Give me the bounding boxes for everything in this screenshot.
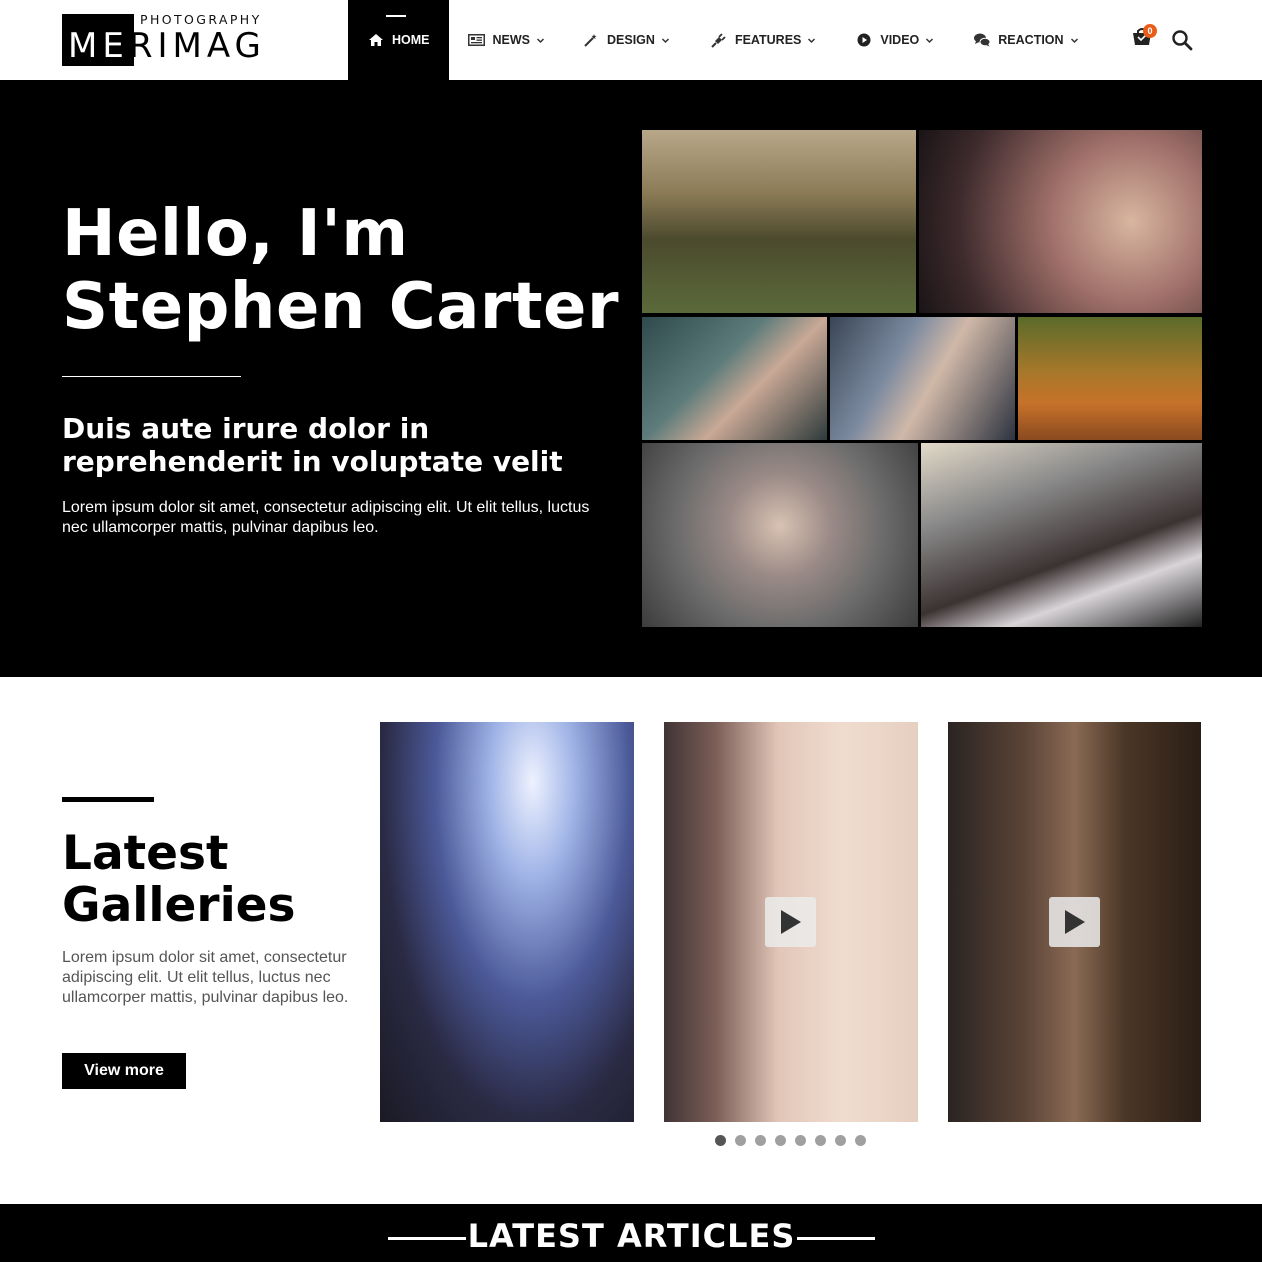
photo-couple-reading	[642, 130, 916, 313]
heading-line-left	[388, 1237, 466, 1240]
photo-man-with-cat	[830, 317, 1015, 440]
nav-label-news: NEWS	[492, 33, 531, 47]
cart-button[interactable]: 0	[1131, 24, 1157, 51]
photo-child-eye	[919, 130, 1202, 313]
carousel-dot[interactable]	[795, 1135, 806, 1146]
galleries-divider	[62, 797, 154, 802]
play-circle-icon	[855, 33, 873, 47]
hero-subtitle: Duis aute irure dolor in reprehenderit i…	[62, 412, 563, 478]
nav-label-design: DESIGN	[607, 33, 655, 47]
view-more-button[interactable]: View more	[62, 1053, 186, 1089]
logo-wordmark-part1: ME	[68, 26, 129, 66]
play-button[interactable]	[765, 897, 816, 947]
cart-count-badge: 0	[1143, 24, 1157, 38]
photo-autumn-walk	[1018, 317, 1202, 440]
galleries-title-line1: Latest	[62, 826, 229, 881]
carousel-dot[interactable]	[755, 1135, 766, 1146]
play-button[interactable]	[1049, 897, 1100, 947]
site-header: PHOTOGRAPHY MERIMAG HOME NEWS DESIGN FEA…	[0, 0, 1262, 80]
carousel-dot[interactable]	[775, 1135, 786, 1146]
hero-title-line2: Stephen Carter	[62, 270, 619, 344]
play-icon	[780, 910, 801, 934]
latest-articles-section: LATEST ARTICLES	[0, 1204, 1262, 1262]
nav-item-video[interactable]: VIDEO	[855, 0, 934, 80]
heading-line-right	[797, 1237, 875, 1240]
carousel-dot[interactable]	[815, 1135, 826, 1146]
hero-title-line1: Hello, I'm	[62, 197, 409, 271]
chevron-down-icon	[1070, 37, 1078, 43]
photo-holding-hands	[642, 317, 827, 440]
plug-icon	[710, 32, 728, 48]
chevron-down-icon	[808, 37, 816, 43]
nav-item-reaction[interactable]: REACTION	[973, 0, 1078, 80]
magic-wand-icon	[582, 33, 600, 47]
play-icon	[1064, 910, 1085, 934]
carousel-dot[interactable]	[835, 1135, 846, 1146]
photo-wedding	[921, 443, 1202, 627]
main-nav: HOME NEWS DESIGN FEATURES VIDEO REACTION	[348, 0, 1079, 80]
logo-subtitle: PHOTOGRAPHY	[140, 12, 262, 27]
chevron-down-icon	[536, 37, 545, 43]
galleries-title: Latest Galleries	[62, 828, 362, 932]
carousel-dot[interactable]	[855, 1135, 866, 1146]
gallery-card-eye-video[interactable]	[664, 722, 918, 1122]
chat-icon	[973, 33, 991, 47]
carousel-dot[interactable]	[735, 1135, 746, 1146]
galleries-title-line2: Galleries	[62, 878, 296, 933]
carousel-dot[interactable]	[715, 1135, 726, 1146]
nav-item-news[interactable]: NEWS	[468, 0, 546, 80]
nav-item-features[interactable]: FEATURES	[710, 0, 816, 80]
logo-wordmark-part2: RIMAG	[128, 26, 266, 66]
latest-articles-heading: LATEST ARTICLES	[467, 1217, 796, 1255]
nav-item-design[interactable]: DESIGN	[582, 0, 670, 80]
hero-divider	[62, 376, 241, 377]
search-icon	[1172, 30, 1193, 51]
nav-label-home: HOME	[392, 33, 430, 47]
gallery-card-bearded-man-video[interactable]	[948, 722, 1201, 1122]
carousel-pagination	[715, 1135, 875, 1146]
newspaper-icon	[468, 33, 486, 47]
nav-label-video: VIDEO	[880, 33, 920, 47]
hero-text: Lorem ipsum dolor sit amet, consectetur …	[62, 499, 590, 536]
nav-label-reaction: REACTION	[998, 33, 1064, 47]
photo-water-splash	[642, 443, 918, 627]
logo-wordmark: MERIMAG	[68, 26, 266, 66]
chevron-down-icon	[926, 37, 934, 43]
hero-title: Hello, I'm Stephen Carter	[62, 198, 622, 344]
galleries-text: Lorem ipsum dolor sit amet, consectetur …	[62, 949, 349, 1006]
gallery-card-concert[interactable]	[380, 722, 634, 1122]
nav-item-home[interactable]: HOME	[348, 0, 449, 80]
site-logo[interactable]: PHOTOGRAPHY MERIMAG	[62, 12, 290, 66]
search-button[interactable]	[1171, 29, 1193, 51]
hero-section: Hello, I'm Stephen Carter Duis aute irur…	[0, 80, 1262, 677]
chevron-down-icon	[661, 37, 669, 43]
nav-label-features: FEATURES	[734, 33, 802, 47]
home-icon	[367, 33, 385, 47]
